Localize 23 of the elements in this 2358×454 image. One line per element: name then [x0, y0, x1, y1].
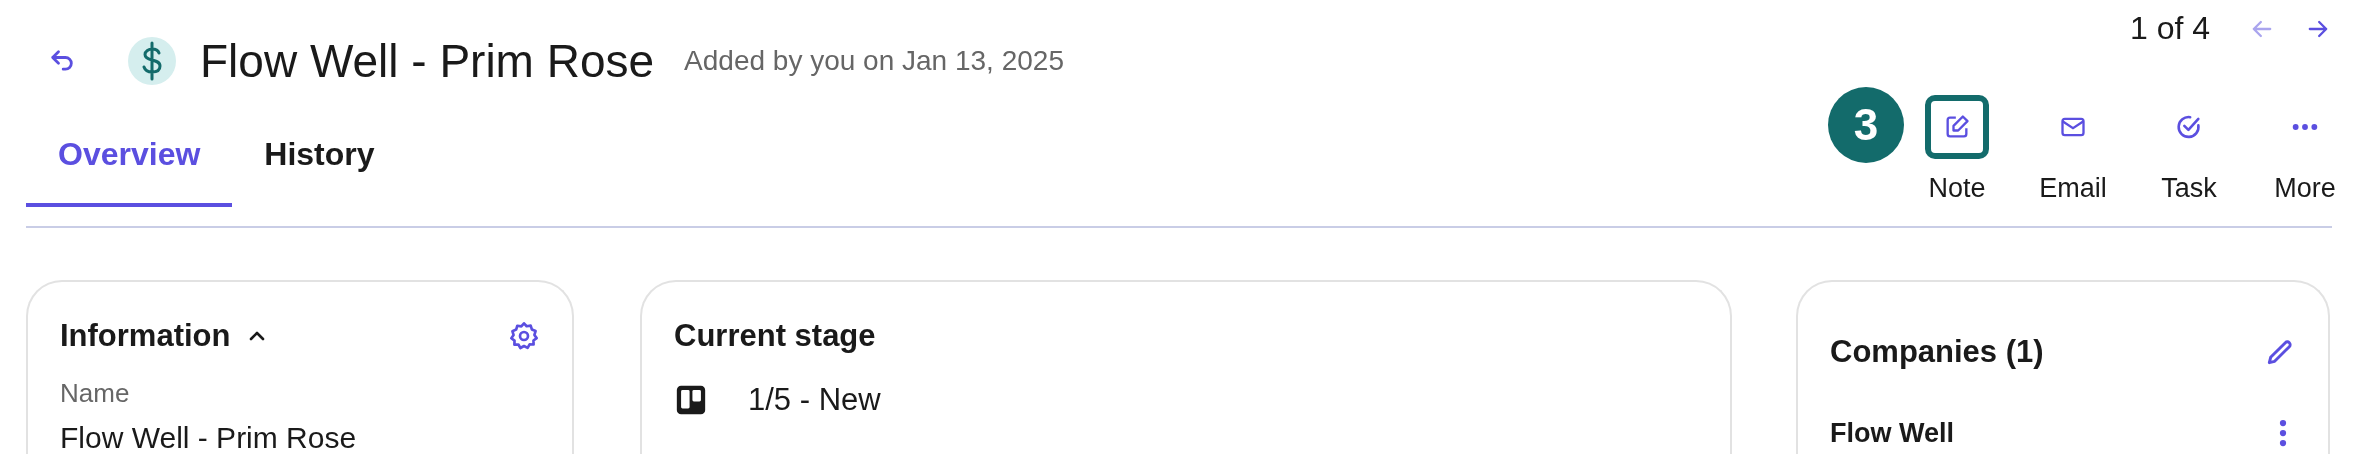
record-title: Flow Well - Prim Rose — [200, 34, 655, 88]
stage-value: 1/5 - New — [748, 382, 881, 418]
action-button[interactable]: Task — [2144, 75, 2234, 204]
company-name[interactable]: Flow Well — [1830, 418, 1954, 449]
card-title: Companies (1) — [1830, 334, 2044, 370]
card-title: Current stage — [674, 318, 877, 354]
check-circle-icon — [2175, 113, 2203, 141]
field-value: Flow Well - Prim Rose — [60, 421, 358, 454]
added-by-text: Added by you on Jan 13, 2025 — [684, 45, 1064, 77]
action-button[interactable]: Note — [1912, 75, 2002, 204]
step-number-badge: 3 — [1828, 87, 1904, 163]
settings-icon[interactable] — [508, 320, 540, 352]
more-dots-icon — [2291, 122, 2319, 132]
pager-text: 1 of 4 — [2129, 10, 2210, 47]
dollar-icon — [128, 37, 176, 85]
action-button[interactable]: More — [2260, 75, 2350, 204]
board-icon — [674, 383, 708, 417]
field-label: Name — [60, 378, 131, 409]
vertical-dots-icon[interactable] — [2278, 418, 2288, 448]
action-button[interactable]: Email — [2028, 75, 2118, 204]
tab[interactable]: Overview — [26, 126, 233, 207]
tab[interactable]: History — [232, 126, 407, 207]
card-title: Information — [60, 318, 231, 354]
